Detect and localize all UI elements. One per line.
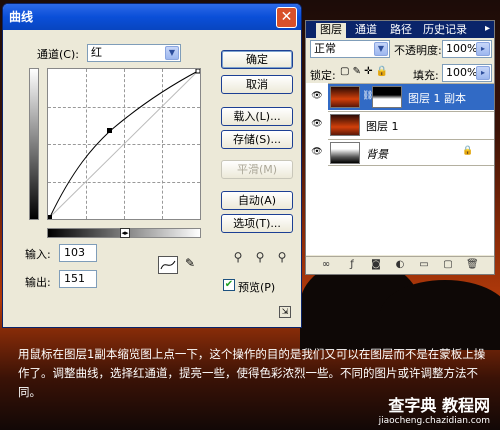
- layers-icon-bar: ∞ ƒ ◙ ◐ ▭ ▢ 🗑: [306, 256, 494, 274]
- lock-icon: 🔒: [462, 146, 474, 156]
- output-field[interactable]: 151: [59, 270, 97, 288]
- curves-title: 曲线: [9, 10, 34, 24]
- output-gradient-bar: [29, 68, 39, 220]
- eye-icon[interactable]: 👁: [308, 111, 326, 138]
- panel-menu-icon[interactable]: ▸: [485, 23, 490, 34]
- tab-layers[interactable]: 图层: [316, 23, 346, 38]
- curve-point[interactable]: [107, 128, 112, 133]
- layer-row[interactable]: ⛓ 图层 1 副本: [328, 83, 494, 110]
- tab-channels[interactable]: 通道: [351, 23, 381, 38]
- gray-eyedropper-icon[interactable]: ⚲: [253, 250, 267, 264]
- expand-icon[interactable]: ⇲: [279, 306, 291, 318]
- trash-icon[interactable]: 🗑: [466, 259, 479, 271]
- load-button[interactable]: 载入(L)...: [221, 107, 293, 126]
- curve-tool-icon[interactable]: [158, 256, 178, 274]
- black-eyedropper-icon[interactable]: ⚲: [231, 250, 245, 264]
- watermark-main: 查字典 教程网: [388, 396, 490, 415]
- eye-icon[interactable]: 👁: [308, 83, 326, 110]
- input-label: 输入:: [25, 248, 51, 261]
- channel-select[interactable]: 红 ▼: [87, 44, 181, 62]
- chevron-down-icon: ▼: [374, 42, 388, 56]
- link-icon[interactable]: ∞: [320, 259, 332, 271]
- background-silhouette: [380, 280, 500, 350]
- layers-list: 👁 ⛓ 图层 1 副本 👁 图层 1 👁 背景 🔒: [306, 83, 494, 255]
- curves-title-bar[interactable]: 曲线 ✕: [3, 4, 301, 30]
- white-eyedropper-icon[interactable]: ⚲: [275, 250, 289, 264]
- layer-name: 图层 1: [366, 120, 399, 133]
- cancel-button[interactable]: 取消: [221, 75, 293, 94]
- mask-icon[interactable]: ◙: [370, 259, 382, 271]
- options-button[interactable]: 选项(T)...: [221, 214, 293, 233]
- curve-graph[interactable]: [47, 68, 201, 220]
- smooth-button[interactable]: 平滑(M): [221, 160, 293, 179]
- watermark-url: jiaocheng.chazidian.com: [378, 416, 490, 426]
- layer-thumbnail[interactable]: [330, 114, 360, 136]
- layer-row[interactable]: 图层 1: [328, 111, 494, 138]
- gradient-toggle-icon[interactable]: ◂▸: [120, 228, 130, 238]
- preview-label: 预览(P): [238, 281, 276, 294]
- layer-style-icon[interactable]: ƒ: [346, 259, 358, 271]
- adjustment-icon[interactable]: ◐: [394, 259, 406, 271]
- opacity-label: 不透明度:: [394, 44, 442, 57]
- layer-name: 背景: [366, 148, 388, 161]
- fill-label: 填充:: [413, 69, 439, 82]
- lock-icons[interactable]: ▢ ✎ ✛ 🔒: [340, 66, 388, 77]
- layer-thumbnail[interactable]: [330, 142, 360, 164]
- save-button[interactable]: 存储(S)...: [221, 130, 293, 149]
- curves-dialog: 曲线 ✕ 通道(C): 红 ▼ ◂▸ 输入: 103 输出: 151 ✎ 确定 …: [2, 3, 302, 328]
- pencil-icon[interactable]: ✎: [181, 256, 199, 274]
- curve-line: [48, 69, 200, 219]
- chevron-right-icon: ▸: [476, 66, 490, 80]
- close-icon[interactable]: ✕: [276, 7, 297, 28]
- layer-name: 图层 1 副本: [408, 92, 466, 105]
- input-gradient-bar: ◂▸: [47, 228, 201, 238]
- eye-icon[interactable]: 👁: [308, 139, 326, 166]
- auto-button[interactable]: 自动(A): [221, 191, 293, 210]
- blend-mode-value: 正常: [314, 42, 336, 55]
- fill-field[interactable]: 100% ▸: [442, 64, 492, 82]
- opacity-field[interactable]: 100% ▸: [442, 40, 492, 58]
- fill-value: 100%: [446, 66, 478, 79]
- opacity-value: 100%: [446, 42, 478, 55]
- input-field[interactable]: 103: [59, 244, 97, 262]
- folder-icon[interactable]: ▭: [418, 259, 430, 271]
- tab-history[interactable]: 历史记录: [419, 23, 471, 38]
- preview-checkbox[interactable]: ✔: [223, 279, 235, 291]
- channel-label: 通道(C):: [37, 48, 79, 61]
- layer-thumbnail[interactable]: [330, 86, 360, 108]
- layers-panel: 图层 通道 路径 历史记录 ▸ 正常 ▼ 不透明度: 100% ▸ 锁定: ▢ …: [305, 20, 495, 275]
- layer-row[interactable]: 背景 🔒: [328, 139, 494, 166]
- channel-value: 红: [91, 46, 102, 59]
- watermark: 查字典 教程网 jiaocheng.chazidian.com: [379, 392, 490, 426]
- layer-mask-thumbnail[interactable]: [372, 86, 402, 108]
- new-layer-icon[interactable]: ▢: [442, 259, 454, 271]
- tab-paths[interactable]: 路径: [386, 23, 416, 38]
- lock-label: 锁定:: [310, 69, 336, 82]
- output-label: 输出:: [25, 276, 51, 289]
- blend-mode-select[interactable]: 正常 ▼: [310, 40, 390, 58]
- layers-tabs: 图层 通道 路径 历史记录 ▸: [306, 21, 494, 38]
- chevron-right-icon: ▸: [476, 42, 490, 56]
- chevron-down-icon: ▼: [165, 46, 179, 60]
- ok-button[interactable]: 确定: [221, 50, 293, 69]
